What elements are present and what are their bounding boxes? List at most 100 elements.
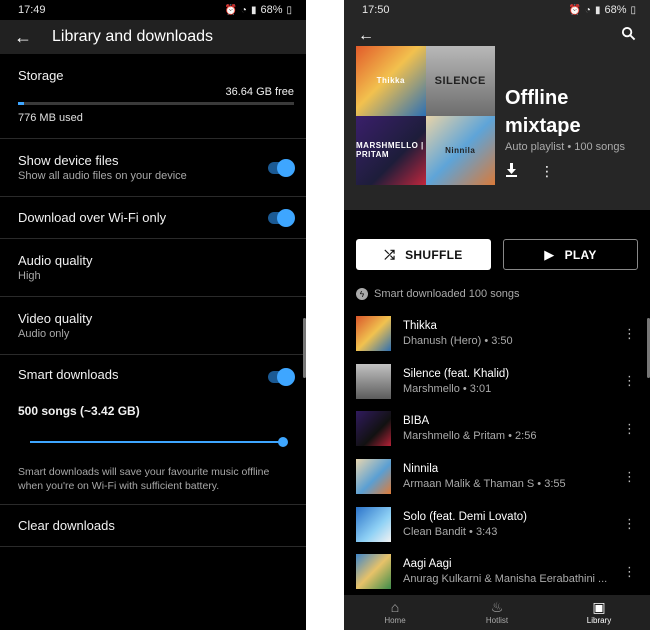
alarm-icon: ⏰ [568, 4, 581, 16]
back-arrow-icon[interactable]: ← [358, 27, 374, 45]
signal-icon: ▮ [594, 4, 601, 16]
wifi-only-title: Download over Wi-Fi only [18, 210, 167, 225]
toggle-knob [277, 208, 295, 227]
home-icon: ⌂ [390, 599, 400, 615]
show-device-files-title: Show device files [18, 153, 119, 168]
smart-downloads-description: Smart downloads will save your favourite… [18, 466, 270, 492]
shuffle-label: SHUFFLE [405, 247, 463, 262]
song-title: Solo (feat. Demi Lovato) [403, 510, 528, 523]
smart-downloads-count: 500 songs (~3.42 GB) [18, 404, 140, 418]
cover-ninnila: Ninnila [425, 115, 495, 185]
play-button[interactable]: ▶ PLAY [503, 239, 638, 270]
download-icon[interactable] [505, 163, 518, 180]
slider-thumb[interactable] [278, 437, 288, 447]
more-vert-icon[interactable]: ⋮ [623, 373, 636, 389]
storage-label: Storage [18, 68, 64, 83]
song-thumbnail [356, 316, 391, 352]
app-bar: ← Library and downloads [0, 20, 306, 54]
audio-quality-value: High [18, 270, 41, 282]
more-vert-icon[interactable]: ⋮ [540, 163, 554, 180]
playlist-meta: Auto playlist • 100 songs [505, 141, 626, 153]
song-subtitle: Clean Bandit • 3:43 [403, 525, 498, 538]
page-title: Library and downloads [52, 28, 213, 45]
video-quality-value: Audio only [18, 328, 70, 340]
more-vert-icon[interactable]: ⋮ [623, 421, 636, 437]
song-title: Aagi Aagi [403, 558, 452, 571]
status-bar: 17:50 ⏰ ◔ ▮ 68% ▯ [344, 0, 650, 20]
alarm-icon: ⏰ [224, 4, 237, 16]
shuffle-icon: ⤮ [384, 246, 396, 262]
song-list: Thikka Dhanush (Hero) • 3:50 ⋮ Silence (… [344, 310, 650, 596]
song-subtitle: Dhanush (Hero) • 3:50 [403, 335, 513, 348]
smart-downloads-section: Smart downloads 500 songs (~3.42 GB) Sma… [0, 355, 306, 505]
battery-icon: ▯ [630, 4, 636, 16]
list-item[interactable]: Thikka Dhanush (Hero) • 3:50 ⋮ [344, 310, 650, 358]
song-thumbnail [356, 363, 391, 399]
list-item[interactable]: Solo (feat. Demi Lovato) Clean Bandit • … [344, 500, 650, 548]
song-title: BIBA [403, 415, 430, 428]
storage-section: Storage 36.64 GB free 776 MB used [0, 54, 306, 139]
list-item[interactable]: Aagi Aagi Anurag Kulkarni & Manisha Eera… [344, 548, 650, 596]
playlist-title: Offline mixtape [505, 87, 581, 137]
wifi-icon: ◔ [584, 4, 591, 16]
audio-quality-title: Audio quality [18, 253, 93, 268]
song-thumbnail [356, 459, 391, 495]
library-settings-screen: 17:49 ⏰ ◔ ▮ 68% ▯ ← Library and download… [0, 0, 306, 630]
song-title: Silence (feat. Khalid) [403, 367, 510, 380]
list-item[interactable]: BIBA Marshmello & Pritam • 2:56 ⋮ [344, 405, 650, 453]
more-vert-icon[interactable]: ⋮ [623, 469, 636, 485]
more-vert-icon[interactable]: ⋮ [623, 516, 636, 532]
nav-library[interactable]: ▣ Library [548, 595, 650, 630]
audio-quality-row[interactable]: Audio quality High [0, 239, 306, 297]
smart-downloads-title: Smart downloads [18, 367, 119, 382]
play-icon: ▶ [544, 246, 555, 262]
more-vert-icon[interactable]: ⋮ [623, 326, 636, 342]
clear-downloads-row[interactable]: Clear downloads [0, 505, 306, 547]
toggle-knob [277, 368, 295, 386]
video-quality-row[interactable]: Video quality Audio only [0, 297, 306, 355]
storage-free: 36.64 GB free [225, 86, 295, 98]
nav-home[interactable]: ⌂ Home [344, 595, 446, 630]
show-device-files-toggle[interactable] [268, 158, 295, 177]
cover-silence: SILENCE [425, 46, 495, 116]
offline-mixtape-screen: 17:50 ⏰ ◔ ▮ 68% ▯ ← Thikka SILENCE MARSH… [344, 0, 650, 630]
nav-hotlist-label: Hotlist [485, 616, 509, 625]
song-title: Ninnila [403, 463, 439, 476]
play-label: PLAY [564, 247, 597, 262]
battery-percent: 68% [604, 4, 627, 16]
video-quality-title: Video quality [18, 311, 93, 326]
cover-biba: MARSHMELLO | PRITAM [356, 115, 426, 185]
playlist-header: 17:50 ⏰ ◔ ▮ 68% ▯ ← Thikka SILENCE MARSH… [344, 0, 650, 210]
list-item[interactable]: Silence (feat. Khalid) Marshmello • 3:01… [344, 358, 650, 406]
shuffle-button[interactable]: ⤮ SHUFFLE [356, 239, 491, 270]
flame-icon: ♨ [490, 599, 504, 615]
status-time: 17:50 [362, 4, 390, 16]
show-device-files-row[interactable]: Show device files Show all audio files o… [0, 139, 306, 197]
settings-list: Storage 36.64 GB free 776 MB used Show d… [0, 54, 306, 547]
storage-used: 776 MB used [18, 112, 83, 124]
list-item[interactable]: Ninnila Armaan Malik & Thaman S • 3:55 ⋮ [344, 453, 650, 501]
toggle-knob [277, 158, 295, 177]
playlist-cover-collage: Thikka SILENCE MARSHMELLO | PRITAM Ninni… [356, 46, 495, 185]
wifi-only-toggle[interactable] [268, 208, 295, 227]
wifi-only-row[interactable]: Download over Wi-Fi only [0, 197, 306, 239]
search-icon[interactable] [621, 26, 636, 46]
bottom-navigation: ⌂ Home ♨ Hotlist ▣ Library [344, 595, 650, 630]
smart-download-note: ϟ Smart downloaded 100 songs [356, 288, 520, 300]
status-time: 17:49 [18, 4, 46, 16]
more-vert-icon[interactable]: ⋮ [623, 564, 636, 580]
show-device-files-subtitle: Show all audio files on your device [18, 170, 187, 182]
bolt-icon: ϟ [356, 288, 368, 300]
scrollbar[interactable] [303, 318, 306, 378]
cover-thikka: Thikka [356, 46, 426, 116]
battery-icon: ▯ [286, 4, 292, 16]
back-arrow-icon[interactable]: ← [14, 27, 40, 48]
nav-home-label: Home [384, 616, 406, 625]
smart-download-note-text: Smart downloaded 100 songs [374, 288, 520, 300]
smart-downloads-toggle[interactable] [268, 368, 295, 386]
song-subtitle: Anurag Kulkarni & Manisha Eerabathini ..… [403, 573, 608, 586]
status-bar: 17:49 ⏰ ◔ ▮ 68% ▯ [0, 0, 306, 20]
song-subtitle: Armaan Malik & Thaman S • 3:55 [403, 478, 566, 491]
smart-downloads-slider[interactable] [30, 437, 288, 447]
nav-hotlist[interactable]: ♨ Hotlist [446, 595, 548, 630]
